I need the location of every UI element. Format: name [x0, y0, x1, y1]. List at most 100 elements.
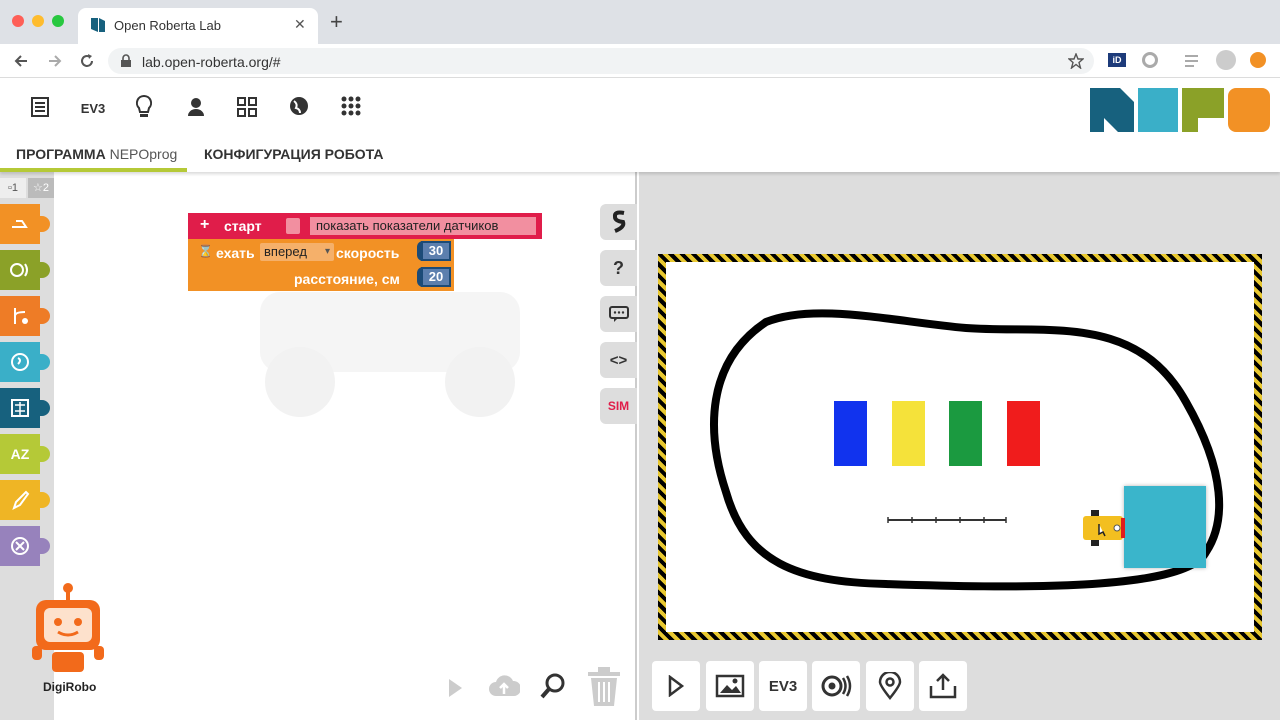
program-workspace[interactable]: ▫1 ☆2 AZ + старт показать показатели дат…: [0, 172, 637, 720]
bookmark-star-icon[interactable]: [1068, 53, 1084, 69]
ev3-icon[interactable]: EV3: [78, 96, 108, 120]
sim-export-button[interactable]: [919, 661, 967, 711]
speed-label: скорость: [336, 245, 400, 261]
url-text: lab.open-roberta.org/#: [142, 54, 281, 70]
direction-dropdown[interactable]: вперед ▾: [260, 243, 334, 261]
tab-program-label: ПРОГРАММА: [16, 146, 106, 162]
speed-input[interactable]: 30: [421, 241, 451, 261]
color-bar-yellow: [892, 401, 925, 466]
color-bar-blue: [834, 401, 867, 466]
zoom-icon[interactable]: [540, 672, 568, 700]
robot-background-image: [260, 292, 520, 417]
sim-robot-button[interactable]: EV3: [759, 661, 807, 711]
distance-input[interactable]: 20: [421, 267, 451, 287]
category-variables[interactable]: [0, 526, 50, 566]
code-view-button[interactable]: <>: [600, 342, 637, 378]
target-square: [1124, 486, 1206, 568]
play-icon: [668, 675, 685, 697]
browser-tab[interactable]: Open Roberta Lab ✕: [78, 8, 318, 44]
id-extension-icon[interactable]: iD: [1108, 53, 1126, 67]
digirobo-mascot: [32, 583, 104, 672]
plus-icon[interactable]: +: [200, 216, 209, 234]
category-colors[interactable]: [0, 480, 50, 520]
new-tab-button[interactable]: +: [330, 11, 343, 33]
level-1-tab[interactable]: ▫1: [0, 178, 26, 198]
color-bar-green: [949, 401, 982, 466]
update-icon[interactable]: [1250, 52, 1266, 68]
roberta-favicon-icon: [91, 18, 105, 32]
robot-s-icon: [612, 210, 625, 233]
branch-icon: [14, 308, 28, 324]
location-icon: [878, 672, 902, 700]
browser-tab-bar: Open Roberta Lab ✕ +: [0, 0, 1280, 44]
category-math[interactable]: [0, 388, 50, 428]
reading-list-icon[interactable]: [1184, 53, 1202, 69]
mascot-label: DigiRobo: [43, 680, 97, 694]
image-icon: [715, 674, 745, 698]
sensor-icon: [821, 675, 852, 697]
show-sensors-label: показать показатели датчиков: [310, 217, 536, 235]
level-2-tab[interactable]: ☆2: [28, 178, 54, 198]
nepo-logo: [1090, 88, 1270, 132]
start-block[interactable]: + старт показать показатели датчиков: [188, 213, 542, 239]
comment-icon: [608, 306, 629, 322]
program-name: NEPOprog: [109, 146, 178, 162]
category-text[interactable]: AZ: [0, 434, 50, 474]
comment-button[interactable]: [600, 296, 637, 332]
document-icon[interactable]: [30, 96, 50, 118]
drive-block[interactable]: ⌛ ехать вперед ▾ скорость расстояние, см: [188, 239, 454, 291]
brush-icon: [12, 490, 30, 510]
drive-label: ехать: [216, 245, 255, 261]
distance-label: расстояние, см: [294, 271, 400, 287]
lock-icon: [121, 54, 131, 67]
tab-robot-configuration[interactable]: КОНФИГУРАЦИЯ РОБОТА: [204, 146, 383, 162]
reload-icon[interactable]: [78, 52, 96, 70]
profile-avatar[interactable]: [1216, 50, 1236, 70]
export-icon: [929, 673, 957, 699]
sim-play-button[interactable]: [652, 661, 700, 711]
user-icon[interactable]: [186, 96, 206, 118]
sim-button[interactable]: SIM: [600, 388, 637, 424]
category-logic[interactable]: [0, 342, 50, 382]
ruler-mark: [887, 517, 1007, 523]
category-action[interactable]: [0, 204, 50, 244]
trash-icon[interactable]: [586, 666, 622, 708]
globe-icon[interactable]: [288, 95, 310, 117]
app-navbar: EV3 ПРОГРАММА NEPOprog КОНФИГУРАЦИЯ РОБО…: [0, 78, 1280, 172]
simulation-field[interactable]: [658, 254, 1262, 640]
tab-program[interactable]: ПРОГРАММА NEPOprog: [16, 146, 177, 162]
sim-sensors-button[interactable]: [812, 661, 860, 711]
category-control[interactable]: [0, 296, 50, 336]
omnibox[interactable]: lab.open-roberta.org/#: [108, 48, 1094, 74]
lightbulb-icon[interactable]: [134, 94, 154, 120]
cloud-upload-icon[interactable]: [488, 672, 520, 700]
close-window-button[interactable]: [12, 15, 24, 27]
forward-icon[interactable]: [46, 52, 64, 70]
show-sensors-checkbox[interactable]: [286, 218, 300, 234]
hourglass-icon: ⌛: [198, 244, 213, 258]
sim-background-button[interactable]: [706, 661, 754, 711]
apps-icon[interactable]: [340, 95, 362, 117]
drive-icon: [12, 220, 28, 228]
help-button[interactable]: ?: [600, 250, 637, 286]
simulated-robot[interactable]: [1081, 508, 1129, 548]
back-icon[interactable]: [12, 52, 30, 70]
math-icon: [11, 399, 29, 417]
category-sensors[interactable]: [0, 250, 50, 290]
start-label: старт: [224, 218, 262, 234]
maximize-window-button[interactable]: [52, 15, 64, 27]
robot-info-button[interactable]: [600, 204, 637, 240]
direction-value: вперед: [264, 244, 307, 259]
tab-title: Open Roberta Lab: [114, 18, 221, 33]
address-bar: lab.open-roberta.org/# iD: [0, 44, 1280, 78]
gallery-icon[interactable]: [236, 96, 258, 118]
minimize-window-button[interactable]: [32, 15, 44, 27]
color-bar-red: [1007, 401, 1040, 466]
run-icon[interactable]: [444, 677, 466, 699]
tab-close-icon[interactable]: ✕: [294, 16, 306, 33]
variable-icon: [11, 537, 29, 555]
brain-icon: [11, 353, 29, 371]
sim-reset-position-button[interactable]: [866, 661, 914, 711]
active-tab-indicator: [0, 168, 187, 172]
gear-extension-icon[interactable]: [1142, 52, 1158, 68]
